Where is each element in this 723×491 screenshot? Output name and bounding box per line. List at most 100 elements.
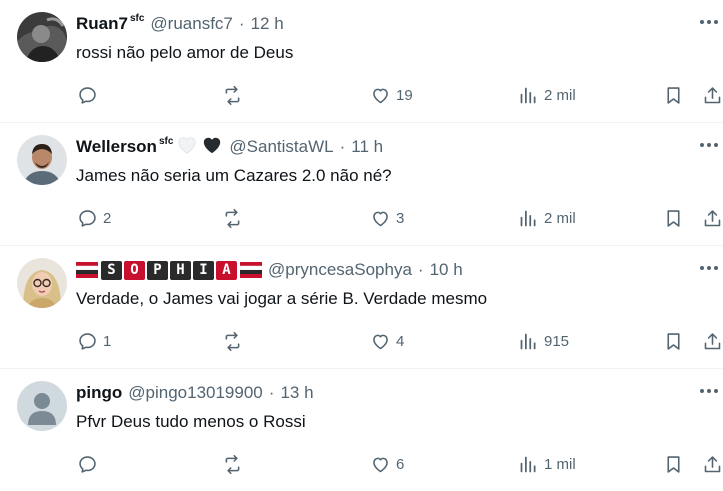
bookmark-button[interactable] — [663, 329, 684, 353]
share-button[interactable] — [702, 83, 723, 107]
reply-button[interactable] — [77, 83, 103, 107]
more-button[interactable] — [698, 135, 720, 155]
retweet-button[interactable] — [222, 206, 248, 230]
like-button[interactable]: 3 — [370, 206, 404, 230]
views-button[interactable]: 2 mil — [518, 83, 576, 107]
avatar[interactable] — [17, 12, 67, 62]
name-letter-p: P — [147, 260, 168, 280]
view-count: 1 mil — [544, 455, 576, 473]
share-button[interactable] — [702, 329, 723, 353]
views-button[interactable]: 915 — [518, 329, 569, 353]
more-icon — [700, 266, 718, 270]
tweet[interactable]: pingo @pingo13019900 · 13 h Pfvr Deus tu… — [0, 369, 723, 491]
like-button[interactable]: 6 — [370, 452, 404, 476]
bookmark-icon — [667, 86, 680, 104]
tweet[interactable]: S O P H I A @pryncesaSophya · 10 h Verda… — [0, 246, 723, 369]
separator-dot: · — [417, 260, 424, 279]
tweet-header: S O P H I A @pryncesaSophya · 10 h — [76, 258, 463, 282]
display-name[interactable]: Ruan7 — [76, 14, 128, 34]
retweet-icon — [225, 454, 240, 474]
handle[interactable]: @pingo13019900 — [128, 383, 263, 403]
name-suffix: sfc — [129, 12, 145, 24]
share-button[interactable] — [702, 452, 723, 476]
action-bar: 1 4 915 — [0, 329, 723, 353]
view-count: 2 mil — [544, 86, 576, 104]
share-button[interactable] — [702, 206, 723, 230]
reply-icon — [79, 209, 96, 227]
like-icon — [373, 334, 388, 349]
like-button[interactable]: 19 — [370, 83, 413, 107]
bookmark-button[interactable] — [663, 452, 684, 476]
retweet-button[interactable] — [222, 452, 248, 476]
action-bar: 19 2 mil — [0, 83, 723, 107]
handle[interactable]: @ruansfc7 — [150, 14, 232, 34]
share-icon — [704, 455, 721, 472]
views-icon — [520, 210, 536, 226]
bookmark-icon — [667, 332, 680, 350]
like-count: 6 — [396, 455, 405, 473]
flag-icon — [240, 262, 262, 278]
reply-button[interactable] — [77, 452, 103, 476]
display-name[interactable]: Wellerson — [76, 137, 157, 157]
bookmark-icon — [667, 209, 680, 227]
like-button[interactable]: 4 — [370, 329, 404, 353]
bookmark-button[interactable] — [663, 206, 684, 230]
avatar-image — [17, 135, 67, 185]
handle[interactable]: @SantistaWL — [229, 137, 333, 157]
display-name[interactable]: S O P H I A — [76, 260, 262, 280]
views-button[interactable]: 1 mil — [518, 452, 576, 476]
timestamp[interactable]: 11 h — [351, 137, 383, 157]
more-icon — [700, 143, 718, 147]
reply-count: 1 — [103, 332, 112, 350]
retweet-button[interactable] — [222, 329, 248, 353]
like-icon — [373, 211, 388, 226]
flag-icon — [76, 262, 98, 278]
like-count: 3 — [396, 209, 405, 227]
tweet-header: pingo @pingo13019900 · 13 h — [76, 381, 314, 405]
avatar[interactable] — [17, 135, 67, 185]
avatar-image — [17, 12, 67, 62]
view-count: 915 — [544, 332, 570, 350]
more-button[interactable] — [698, 12, 720, 32]
more-icon — [700, 20, 718, 24]
like-icon — [373, 88, 388, 103]
action-bar: 6 1 mil — [0, 452, 723, 476]
retweet-icon — [225, 208, 240, 228]
white-heart-icon — [176, 135, 198, 160]
reply-button[interactable]: 2 — [77, 206, 111, 230]
avatar[interactable] — [17, 258, 67, 308]
handle[interactable]: @pryncesaSophya — [268, 260, 412, 280]
tweet[interactable]: Wellerson sfc @SantistaWL · 11 h James n… — [0, 123, 723, 246]
name-letter-o: O — [124, 260, 145, 280]
bookmark-button[interactable] — [663, 83, 684, 107]
name-letter-i: I — [193, 260, 214, 280]
timestamp[interactable]: 13 h — [280, 383, 313, 403]
like-icon — [373, 457, 388, 472]
views-button[interactable]: 2 mil — [518, 206, 576, 230]
reply-count: 2 — [103, 209, 112, 227]
views-icon — [520, 87, 536, 103]
view-count: 2 mil — [544, 209, 576, 227]
avatar-image — [17, 258, 67, 308]
action-bar: 2 3 2 mil — [0, 206, 723, 230]
more-button[interactable] — [698, 258, 720, 278]
more-icon — [700, 389, 718, 393]
separator-dot: · — [339, 137, 346, 156]
reply-button[interactable]: 1 — [77, 329, 111, 353]
tweet-text: rossi não pelo amor de Deus — [76, 43, 294, 62]
retweet-icon — [225, 331, 240, 351]
name-letter-s: S — [101, 260, 122, 280]
timestamp[interactable]: 12 h — [251, 14, 284, 34]
name-suffix: sfc — [158, 135, 174, 147]
reply-icon — [79, 86, 96, 104]
timestamp[interactable]: 10 h — [430, 260, 463, 280]
like-count: 19 — [396, 86, 413, 104]
more-button[interactable] — [698, 381, 720, 401]
tweet-header: Wellerson sfc @SantistaWL · 11 h — [76, 135, 383, 159]
tweet[interactable]: Ruan7 sfc @ruansfc7 · 12 h rossi não pel… — [0, 0, 723, 123]
display-name[interactable]: pingo — [76, 383, 122, 403]
retweet-button[interactable] — [222, 83, 248, 107]
tweet-text: James não seria um Cazares 2.0 não né? — [76, 166, 392, 185]
name-letter-h: H — [170, 260, 191, 280]
avatar[interactable] — [17, 381, 67, 431]
